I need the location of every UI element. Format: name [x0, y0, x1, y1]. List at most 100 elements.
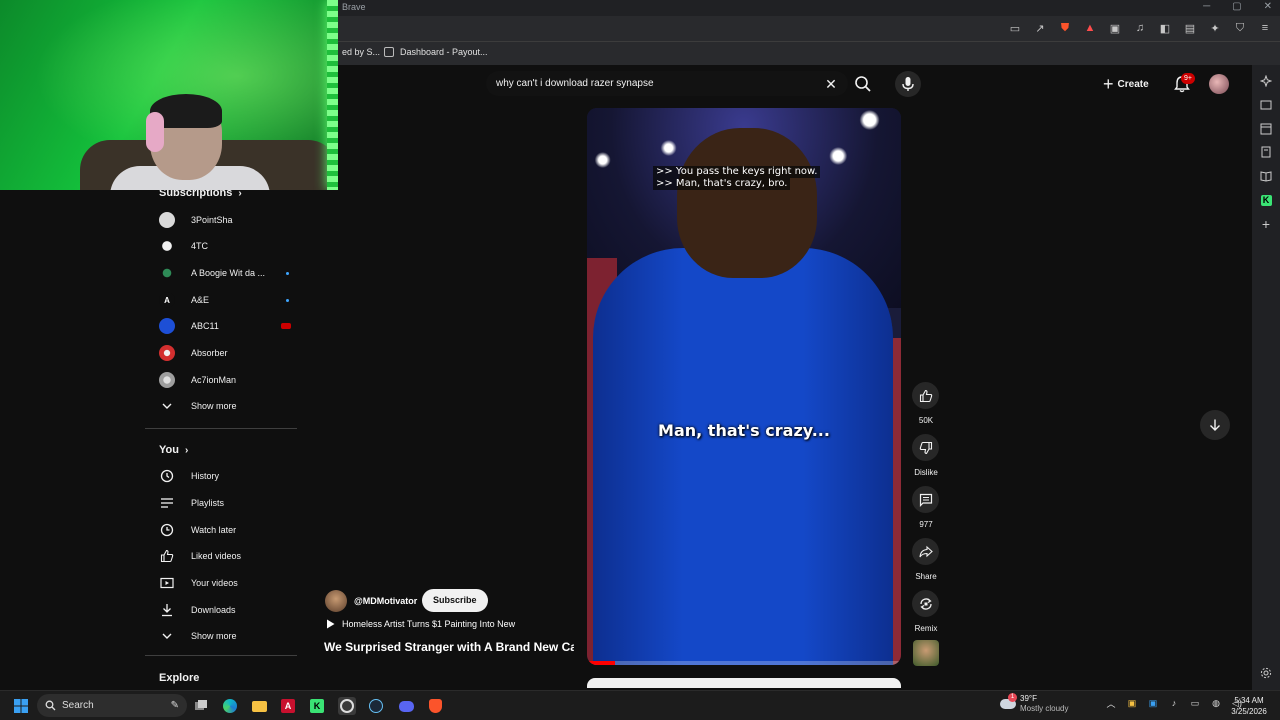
settings-icon[interactable] [1259, 666, 1273, 680]
window-controls: ─ ▢ ✕ [1203, 1, 1272, 12]
create-button[interactable]: + Create [1103, 74, 1149, 94]
search-input[interactable]: why can't i download razer synapse [496, 78, 654, 89]
next-short-button[interactable] [1200, 410, 1230, 440]
bookmark-item[interactable]: ed by S... [342, 47, 380, 57]
guide-item-label: Liked videos [191, 551, 242, 561]
chevron-up-icon[interactable]: ︿ [1105, 697, 1117, 709]
weather-widget[interactable]: 1 39°F Mostly cloudy [1000, 693, 1068, 714]
guide-item-watch-later[interactable]: Watch later [159, 520, 289, 540]
you-header[interactable]: You › [159, 444, 188, 456]
account-avatar[interactable] [1209, 74, 1229, 94]
guide-item-playlists[interactable]: Playlists [159, 493, 289, 513]
kick-app-icon[interactable]: K [308, 697, 326, 715]
kick-extension-icon[interactable]: K [1259, 193, 1273, 207]
remix-button[interactable] [912, 590, 939, 617]
channel-avatar [159, 265, 175, 281]
dislike-button[interactable] [912, 434, 939, 461]
search-box[interactable]: why can't i download razer synapse [486, 71, 848, 96]
install-app-icon[interactable]: ▭ [1008, 21, 1022, 35]
media-icon[interactable]: ♫ [1133, 21, 1147, 35]
search-button[interactable] [853, 74, 873, 94]
like-button[interactable] [912, 382, 939, 409]
reading-list-icon[interactable] [1259, 169, 1273, 183]
subscribe-button[interactable]: Subscribe [422, 589, 488, 612]
led-strip [327, 0, 338, 190]
dislike-icon [919, 441, 932, 454]
short-title[interactable]: We Surprised Stranger with A Brand New C… [324, 640, 574, 654]
leo-ai-icon[interactable]: ✦ [1208, 21, 1222, 35]
subscription-item[interactable]: 3PointSha [159, 210, 289, 230]
channel-name[interactable]: @MDMotivator [354, 596, 417, 606]
brave-icon[interactable] [426, 697, 444, 715]
task-view-icon[interactable] [192, 697, 210, 715]
file-explorer-icon[interactable] [250, 697, 268, 715]
subscription-item[interactable]: Absorber [159, 343, 289, 363]
you-show-more[interactable]: Show more [159, 626, 289, 646]
subscription-item[interactable]: A A&E [159, 290, 289, 310]
clear-search-icon[interactable]: ✕ [823, 76, 839, 92]
vpn-icon[interactable]: ⛉ [1233, 21, 1247, 35]
subscription-label: ABC11 [191, 321, 219, 331]
add-panel-icon[interactable]: + [1259, 216, 1273, 232]
minimize-icon[interactable]: ─ [1203, 1, 1210, 12]
subscription-item[interactable]: A Boogie Wit da ... [159, 263, 289, 283]
bookmark-item[interactable]: Dashboard - Payout... [384, 47, 488, 57]
dislike-label: Dislike [914, 468, 938, 477]
brave-shields-icon[interactable]: ⛊ [1058, 21, 1072, 35]
windows-start-icon[interactable] [12, 697, 30, 715]
subscription-item[interactable]: 4TC [159, 236, 289, 256]
adobe-app-icon[interactable]: A [279, 697, 297, 715]
clock[interactable]: 5:34 AM 3/25/2026 [1226, 695, 1272, 717]
bookmarks-panel-icon[interactable] [1259, 145, 1273, 159]
menu-icon[interactable]: ≡ [1258, 21, 1272, 35]
share-button[interactable] [912, 538, 939, 565]
video-frame-shading [593, 248, 893, 665]
channel-avatar[interactable] [325, 590, 347, 612]
guide-item-liked-videos[interactable]: Liked videos [159, 546, 289, 566]
shorts-video-player[interactable]: >> You pass the keys right now. >> Man, … [587, 108, 901, 665]
microphone-icon[interactable]: ♪ [1168, 697, 1180, 709]
tray-app-icon[interactable]: ▣ [1126, 697, 1138, 709]
related-video-link[interactable]: Homeless Artist Turns $1 Painting Into N… [326, 619, 515, 629]
tab-search-icon[interactable]: ▣ [1108, 21, 1122, 35]
voice-search-button[interactable] [895, 71, 921, 97]
next-short-preview[interactable] [587, 678, 901, 688]
edge-icon[interactable] [221, 697, 239, 715]
remix-label: Remix [914, 624, 938, 633]
channel-avatar [159, 318, 175, 334]
close-icon[interactable]: ✕ [1264, 1, 1272, 12]
share-page-icon[interactable]: ↗ [1033, 21, 1047, 35]
channel-avatar [159, 238, 175, 254]
subscription-item[interactable]: Ac7ionMan [159, 370, 289, 390]
subscription-label: 3PointSha [191, 215, 233, 225]
show-more-label: Show more [191, 631, 237, 641]
steam-icon[interactable] [367, 697, 385, 715]
media-panel-icon[interactable] [1259, 98, 1273, 112]
guide-item-your-videos[interactable]: Your videos [159, 573, 289, 593]
guide-item-history[interactable]: History [159, 466, 289, 486]
network-icon[interactable]: ◍ [1210, 697, 1222, 709]
obs-icon[interactable] [338, 697, 356, 715]
tray-app-icon[interactable]: ▣ [1147, 697, 1159, 709]
taskbar-search[interactable]: Search ✎ [37, 694, 187, 717]
subscription-item[interactable]: ABC11 [159, 316, 291, 336]
discord-icon[interactable] [397, 697, 415, 715]
sidebar-toggle-icon[interactable]: ◧ [1158, 21, 1172, 35]
maximize-icon[interactable]: ▢ [1232, 1, 1241, 12]
tabs-panel-icon[interactable] [1259, 122, 1273, 136]
watch-later-icon [159, 522, 175, 538]
create-label: Create [1117, 78, 1149, 90]
guide-item-downloads[interactable]: Downloads [159, 600, 289, 620]
subscription-label: Absorber [191, 348, 228, 358]
brave-rewards-icon[interactable]: ▲ [1083, 21, 1097, 35]
display-icon[interactable]: ▭ [1189, 697, 1201, 709]
leo-icon[interactable] [1259, 74, 1273, 88]
guide-item-label: History [191, 471, 220, 481]
subs-show-more[interactable]: Show more [159, 396, 289, 416]
wallet-icon[interactable]: ▤ [1183, 21, 1197, 35]
progress-track[interactable] [587, 661, 901, 665]
bookmark-label: Dashboard - Payout... [400, 47, 488, 57]
explore-header-label: Explore [159, 672, 200, 684]
comments-button[interactable] [912, 486, 939, 513]
sound-avatar[interactable] [913, 640, 939, 666]
